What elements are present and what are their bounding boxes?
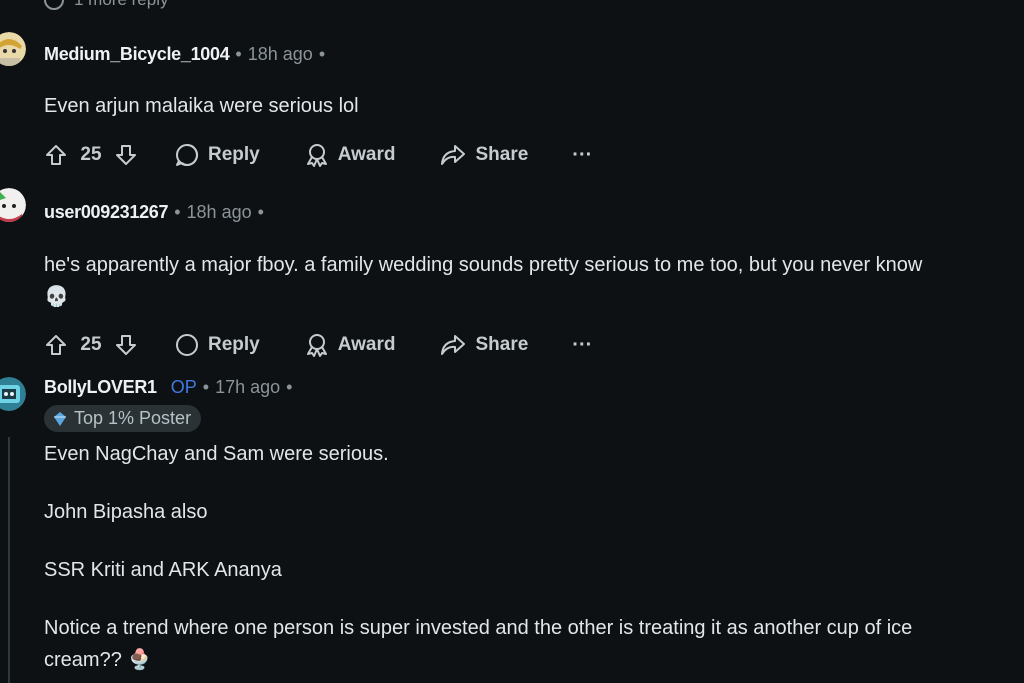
award-ribbon-icon <box>306 144 327 167</box>
share-button[interactable]: Share <box>439 332 528 358</box>
comment-body-line: Even arjun malaika were serious lol <box>44 95 359 117</box>
award-label: Award <box>337 144 396 165</box>
more-options-label: ··· <box>572 143 593 166</box>
avatar[interactable] <box>0 188 26 222</box>
speech-bubble-icon <box>176 334 198 356</box>
upvote-arrow-icon <box>46 335 66 355</box>
downvote-arrow-icon <box>116 335 136 355</box>
separator-dot: • <box>318 44 326 64</box>
speech-bubble-icon <box>176 144 198 166</box>
op-badge: OP <box>170 377 197 397</box>
vote-count: 25 <box>80 334 102 355</box>
share-label: Share <box>475 144 529 165</box>
more-replies-link[interactable]: 1 more reply <box>44 0 168 10</box>
more-options-button[interactable]: ··· <box>572 144 592 167</box>
comment-body-line: Even NagChay and Sam were serious. <box>44 443 389 465</box>
avatar[interactable] <box>0 32 26 66</box>
share-arrow-icon <box>441 145 466 165</box>
timestamp[interactable]: 18h ago <box>187 202 252 223</box>
reply-label: Reply <box>208 334 260 355</box>
reply-button[interactable]: Reply <box>174 142 260 168</box>
more-options-button[interactable]: ··· <box>572 334 592 357</box>
comment-meta: user009231267 • 18h ago • <box>44 202 270 223</box>
share-button[interactable]: Share <box>439 142 528 168</box>
share-arrow-icon <box>441 335 466 355</box>
avatar-image-icon <box>0 188 26 222</box>
comment-body-emoji: 💀 <box>44 286 69 308</box>
reply-button[interactable]: Reply <box>174 332 260 358</box>
share-label: Share <box>475 334 529 355</box>
vote-control: 25 <box>44 143 138 167</box>
downvote-arrow-icon <box>116 145 136 165</box>
comment-body: he's apparently a major fboy. a family w… <box>44 249 922 313</box>
comment-body-line: SSR Kriti and ARK Ananya <box>44 559 282 581</box>
avatar-image-icon <box>0 32 26 66</box>
comment-meta: Medium_Bicycle_1004 • 18h ago • <box>44 44 331 65</box>
more-replies-label: 1 more reply <box>74 0 168 10</box>
comment-meta: BollyLOVER1 OP • 17h ago • <box>44 377 298 398</box>
vote-count: 25 <box>80 144 102 165</box>
comment-body-line: cream?? 🍨 <box>44 649 153 671</box>
comment-body-line: John Bipasha also <box>44 501 208 523</box>
timestamp[interactable]: 17h ago <box>215 377 280 398</box>
comment-body: Even NagChay and Sam were serious. John … <box>44 438 912 676</box>
separator-dot: • <box>286 377 293 397</box>
upvote-arrow-icon <box>46 145 66 165</box>
award-label: Award <box>337 334 396 355</box>
avatar-image-icon <box>0 377 26 411</box>
separator-dot: • <box>257 202 264 222</box>
award-button[interactable]: Award <box>304 142 396 168</box>
separator-dot: • <box>235 44 242 64</box>
thread-line[interactable] <box>8 437 10 683</box>
upvote-button[interactable] <box>44 333 68 357</box>
username[interactable]: user009231267 <box>44 202 169 223</box>
username[interactable]: Medium_Bicycle_1004 <box>44 44 230 65</box>
reply-label: Reply <box>208 144 260 165</box>
expand-circle-icon <box>44 0 64 10</box>
downvote-button[interactable] <box>114 333 138 357</box>
comment-body-line: Notice a trend where one person is super… <box>44 617 913 639</box>
comment-actions: 25 Reply Award Share ··· <box>44 330 592 360</box>
vote-control: 25 <box>44 333 138 357</box>
separator-dot: • <box>202 377 210 397</box>
comment-body: Even arjun malaika were serious lol <box>44 90 359 122</box>
separator-dot: • <box>174 202 181 222</box>
award-button[interactable]: Award <box>304 332 396 358</box>
more-options-label: ··· <box>572 333 593 356</box>
upvote-button[interactable] <box>44 143 68 167</box>
comment-body-line: he's apparently a major fboy. a family w… <box>44 254 923 276</box>
flair-label: Top 1% Poster <box>74 408 192 428</box>
avatar[interactable] <box>0 377 26 411</box>
comment-thread: 1 more reply Medium_Bicycle_1004 • 18h a… <box>0 0 1024 683</box>
timestamp[interactable]: 18h ago <box>248 44 313 65</box>
user-flair-badge: Top 1% Poster <box>44 405 202 432</box>
username[interactable]: BollyLOVER1 <box>44 377 157 398</box>
award-ribbon-icon <box>306 334 327 357</box>
downvote-button[interactable] <box>114 143 138 167</box>
comment-actions: 25 Reply Award Share ··· <box>44 140 592 170</box>
diamond-flair-icon <box>54 411 66 426</box>
